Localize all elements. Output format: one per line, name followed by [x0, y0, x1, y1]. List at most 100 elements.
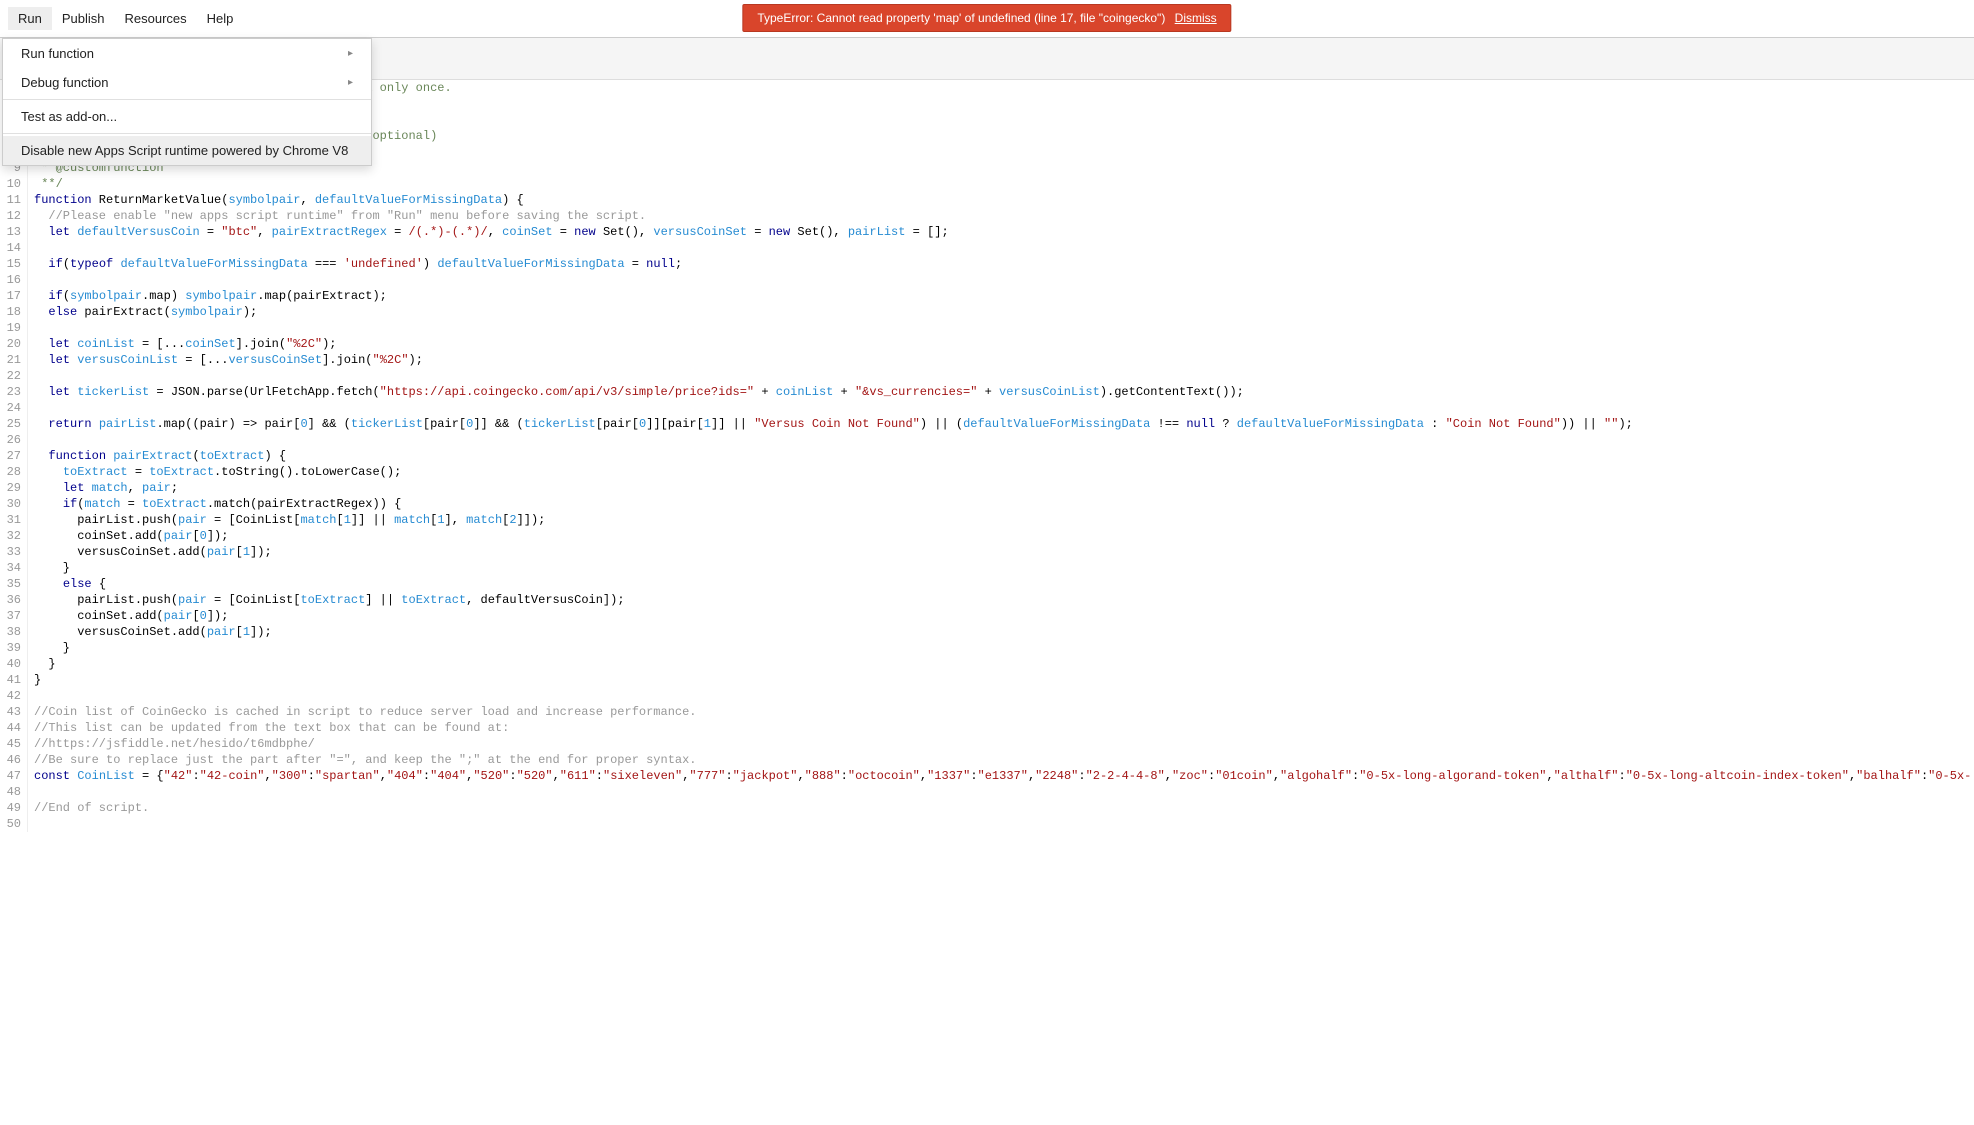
code-line[interactable] [34, 784, 1971, 800]
line-number: 26 [6, 432, 21, 448]
line-number: 27 [6, 448, 21, 464]
submenu-arrow-icon: ▸ [348, 48, 353, 59]
code-line[interactable]: let tickerList = JSON.parse(UrlFetchApp.… [34, 384, 1971, 400]
menu-item-label: Disable new Apps Script runtime powered … [21, 143, 348, 158]
code-line[interactable]: else { [34, 576, 1971, 592]
code-line[interactable]: coinSet.add(pair[0]); [34, 608, 1971, 624]
line-number: 15 [6, 256, 21, 272]
line-number: 13 [6, 224, 21, 240]
error-message: TypeError: Cannot read property 'map' of… [757, 11, 1165, 25]
code-line[interactable] [34, 432, 1971, 448]
line-number: 16 [6, 272, 21, 288]
code-line[interactable] [34, 368, 1971, 384]
line-number: 48 [6, 784, 21, 800]
line-number: 19 [6, 320, 21, 336]
line-number: 50 [6, 816, 21, 832]
line-number: 37 [6, 608, 21, 624]
code-line[interactable]: versusCoinSet.add(pair[1]); [34, 624, 1971, 640]
code-line[interactable]: let match, pair; [34, 480, 1971, 496]
line-number: 23 [6, 384, 21, 400]
line-number: 20 [6, 336, 21, 352]
code-line[interactable] [34, 272, 1971, 288]
code-line[interactable] [34, 816, 1971, 832]
line-number: 47 [6, 768, 21, 784]
menubar: RunPublishResourcesHelp TypeError: Canno… [0, 0, 1974, 38]
line-number: 24 [6, 400, 21, 416]
line-number: 46 [6, 752, 21, 768]
code-line[interactable]: let versusCoinList = [...versusCoinSet].… [34, 352, 1971, 368]
line-number: 21 [6, 352, 21, 368]
line-number: 38 [6, 624, 21, 640]
line-number: 34 [6, 560, 21, 576]
code-line[interactable]: } [34, 656, 1971, 672]
code-line[interactable] [34, 688, 1971, 704]
menu-item-test-as-add-on[interactable]: Test as add-on... [3, 102, 371, 131]
code-line[interactable]: } [34, 672, 1971, 688]
code-line[interactable]: if(match = toExtract.match(pairExtractRe… [34, 496, 1971, 512]
menu-separator [3, 133, 371, 134]
menu-item-disable-new-apps-script-runtime-powered-by-chrome-v8[interactable]: Disable new Apps Script runtime powered … [3, 136, 371, 165]
code-line[interactable]: //https://jsfiddle.net/hesido/t6mdbphe/ [34, 736, 1971, 752]
menu-help[interactable]: Help [197, 7, 244, 30]
code-line[interactable]: const CoinList = {"42":"42-coin","300":"… [34, 768, 1971, 784]
line-number: 45 [6, 736, 21, 752]
code-line[interactable]: //This list can be updated from the text… [34, 720, 1971, 736]
line-number: 35 [6, 576, 21, 592]
menu-item-debug-function[interactable]: Debug function ▸ [3, 68, 371, 97]
dismiss-link[interactable]: Dismiss [1175, 11, 1217, 25]
code-line[interactable]: //End of script. [34, 800, 1971, 816]
code-line[interactable]: pairList.push(pair = [CoinList[match[1]]… [34, 512, 1971, 528]
code-line[interactable]: function pairExtract(toExtract) { [34, 448, 1971, 464]
code-line[interactable] [34, 400, 1971, 416]
code-line[interactable]: pairList.push(pair = [CoinList[toExtract… [34, 592, 1971, 608]
menu-item-run-function[interactable]: Run function▸ [3, 39, 371, 68]
code-line[interactable]: return pairList.map((pair) => pair[0] &&… [34, 416, 1971, 432]
line-number-gutter: 4567891011121314151617181920212223242526… [0, 80, 28, 832]
line-number: 11 [6, 192, 21, 208]
code-line[interactable]: //Please enable "new apps script runtime… [34, 208, 1971, 224]
code-line[interactable]: let defaultVersusCoin = "btc", pairExtra… [34, 224, 1971, 240]
menu-run[interactable]: Run [8, 7, 52, 30]
code-content[interactable]: it to reduce server lookups, so it fetch… [28, 80, 1971, 832]
line-number: 18 [6, 304, 21, 320]
code-line[interactable] [34, 240, 1971, 256]
code-line[interactable]: versusCoinSet.add(pair[1]); [34, 544, 1971, 560]
code-line[interactable]: function ReturnMarketValue(symbolpair, d… [34, 192, 1971, 208]
code-line[interactable]: toExtract = toExtract.toString().toLower… [34, 464, 1971, 480]
menu-separator [3, 99, 371, 100]
menu-resources[interactable]: Resources [115, 7, 197, 30]
line-number: 39 [6, 640, 21, 656]
line-number: 28 [6, 464, 21, 480]
code-line[interactable]: } [34, 560, 1971, 576]
code-line[interactable]: //Be sure to replace just the part after… [34, 752, 1971, 768]
code-line[interactable]: **/ [34, 176, 1971, 192]
error-banner: TypeError: Cannot read property 'map' of… [742, 4, 1231, 32]
menu-publish[interactable]: Publish [52, 7, 115, 30]
line-number: 12 [6, 208, 21, 224]
line-number: 32 [6, 528, 21, 544]
code-line[interactable]: let coinList = [...coinSet].join("%2C"); [34, 336, 1971, 352]
menu-item-label: Test as add-on... [21, 109, 117, 124]
code-line[interactable]: //Coin list of CoinGecko is cached in sc… [34, 704, 1971, 720]
line-number: 43 [6, 704, 21, 720]
line-number: 17 [6, 288, 21, 304]
line-number: 40 [6, 656, 21, 672]
line-number: 14 [6, 240, 21, 256]
code-editor[interactable]: 4567891011121314151617181920212223242526… [0, 80, 1974, 832]
line-number: 31 [6, 512, 21, 528]
code-line[interactable]: coinSet.add(pair[0]); [34, 528, 1971, 544]
line-number: 36 [6, 592, 21, 608]
code-line[interactable]: } [34, 640, 1971, 656]
line-number: 22 [6, 368, 21, 384]
menu-item-label: Debug function [21, 75, 108, 90]
line-number: 44 [6, 720, 21, 736]
line-number: 30 [6, 496, 21, 512]
code-line[interactable]: if(symbolpair.map) symbolpair.map(pairEx… [34, 288, 1971, 304]
code-line[interactable]: else pairExtract(symbolpair); [34, 304, 1971, 320]
code-line[interactable]: if(typeof defaultValueForMissingData ===… [34, 256, 1971, 272]
submenu-arrow-icon: ▸ [348, 77, 353, 88]
line-number: 33 [6, 544, 21, 560]
code-line[interactable] [34, 320, 1971, 336]
line-number: 42 [6, 688, 21, 704]
line-number: 49 [6, 800, 21, 816]
